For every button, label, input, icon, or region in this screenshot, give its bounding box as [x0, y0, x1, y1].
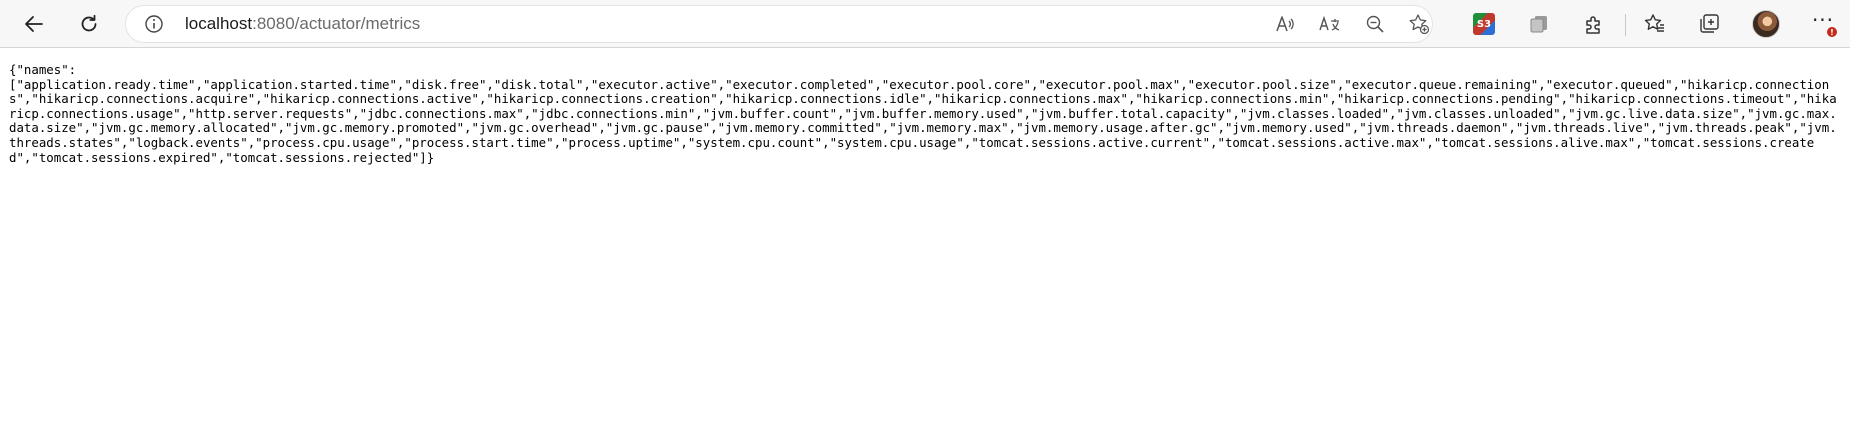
json-response-body: {"names": ["application.ready.time","app… — [9, 62, 1837, 165]
s3-badge: S3 — [1473, 13, 1495, 35]
extensions-puzzle-icon[interactable] — [1577, 7, 1611, 41]
s3-extension-icon[interactable]: S3 — [1467, 7, 1501, 41]
collections-extension-icon[interactable] — [1522, 7, 1556, 41]
toolbar-separator — [1625, 14, 1626, 36]
url-host: localhost — [185, 14, 253, 33]
collections-icon[interactable] — [1692, 7, 1726, 41]
avatar-image — [1752, 10, 1780, 38]
url-path: :8080/actuator/metrics — [252, 14, 421, 33]
more-menu-icon[interactable]: ··· ! — [1806, 7, 1840, 41]
back-arrow-icon[interactable] — [17, 7, 51, 41]
favorites-icon[interactable] — [1638, 7, 1672, 41]
url-text[interactable]: localhost:8080/actuator/metrics — [185, 6, 420, 42]
alert-badge: ! — [1826, 26, 1838, 38]
translate-icon[interactable] — [1317, 11, 1343, 37]
profile-avatar[interactable] — [1749, 7, 1783, 41]
zoom-out-icon[interactable] — [1362, 11, 1388, 37]
add-favorite-icon[interactable] — [1406, 11, 1432, 37]
browser-toolbar: localhost:8080/actuator/metrics S3 ··· ! — [0, 0, 1850, 48]
refresh-icon[interactable] — [72, 7, 106, 41]
read-aloud-icon[interactable] — [1272, 11, 1298, 37]
address-bar[interactable]: localhost:8080/actuator/metrics — [126, 6, 1432, 42]
info-icon[interactable] — [144, 14, 164, 34]
